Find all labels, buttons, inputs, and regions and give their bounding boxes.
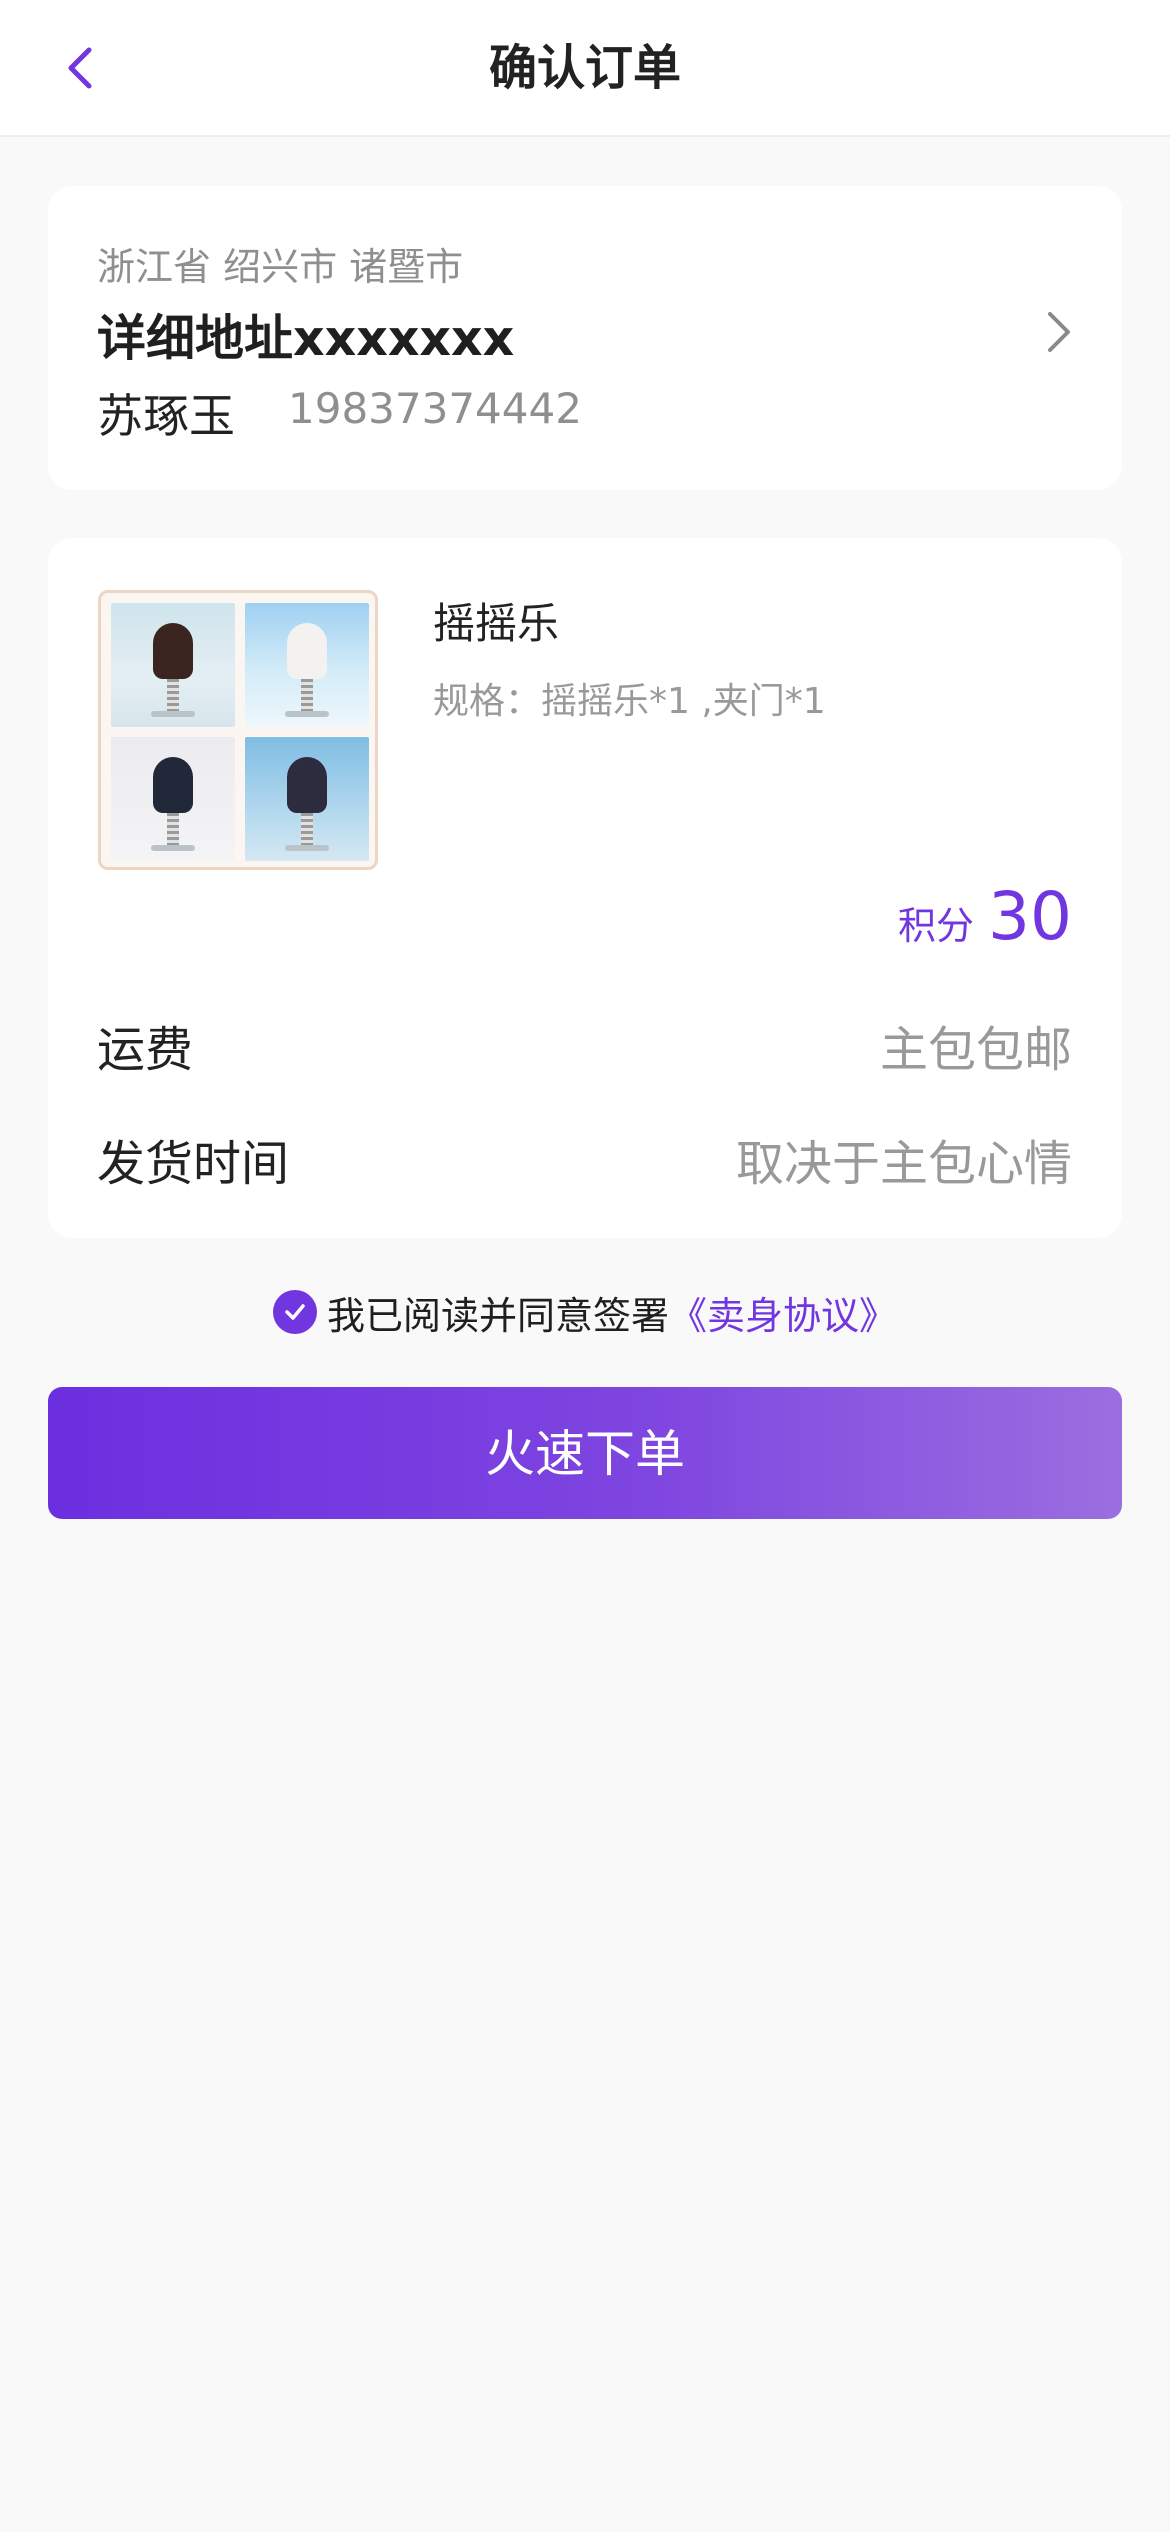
agreement-text: 我已阅读并同意签署 [326,1293,669,1338]
dispatch-time-value: 取决于主包心情 [735,1136,1072,1192]
agreement-row: 我已阅读并同意签署 《卖身协议》 [0,1286,1170,1338]
page-title: 确认订单 [488,40,681,96]
product-price: 积分 30 [898,878,1072,955]
product-image-tile [245,603,369,727]
header-bar: 确认订单 [0,0,1170,137]
shipping-label: 运费 [97,1022,194,1078]
product-image [98,590,378,870]
contact-name: 苏琢玉 [97,389,235,443]
price-label: 积分 [898,904,975,948]
order-card: 摇摇乐 规格：摇摇乐*1 ,夹门*1 积分 30 运费 主包包邮 发货时间 取决… [48,538,1122,1238]
dispatch-time-label: 发货时间 [97,1136,290,1192]
check-icon [285,1304,305,1320]
product-image-tile [111,603,235,727]
address-card[interactable]: 浙江省 绍兴市 诸暨市 详细地址xxxxxxx 苏琢玉 19837374442 [48,186,1122,490]
submit-order-button[interactable]: 火速下单 [48,1387,1122,1519]
address-detail: 详细地址xxxxxxx [97,310,515,367]
chevron-right-icon [1048,312,1070,352]
product-name: 摇摇乐 [433,599,560,648]
shipping-value: 主包包邮 [879,1022,1072,1078]
product-image-tile [111,737,235,861]
agreement-checkbox[interactable] [272,1290,317,1334]
product-spec: 规格：摇摇乐*1 ,夹门*1 [433,681,826,722]
address-region: 浙江省 绍兴市 诸暨市 [97,245,464,289]
contact-phone: 19837374442 [288,384,582,433]
agreement-link[interactable]: 《卖身协议》 [669,1285,897,1340]
product-image-tile [245,737,369,861]
price-value: 30 [988,878,1072,955]
